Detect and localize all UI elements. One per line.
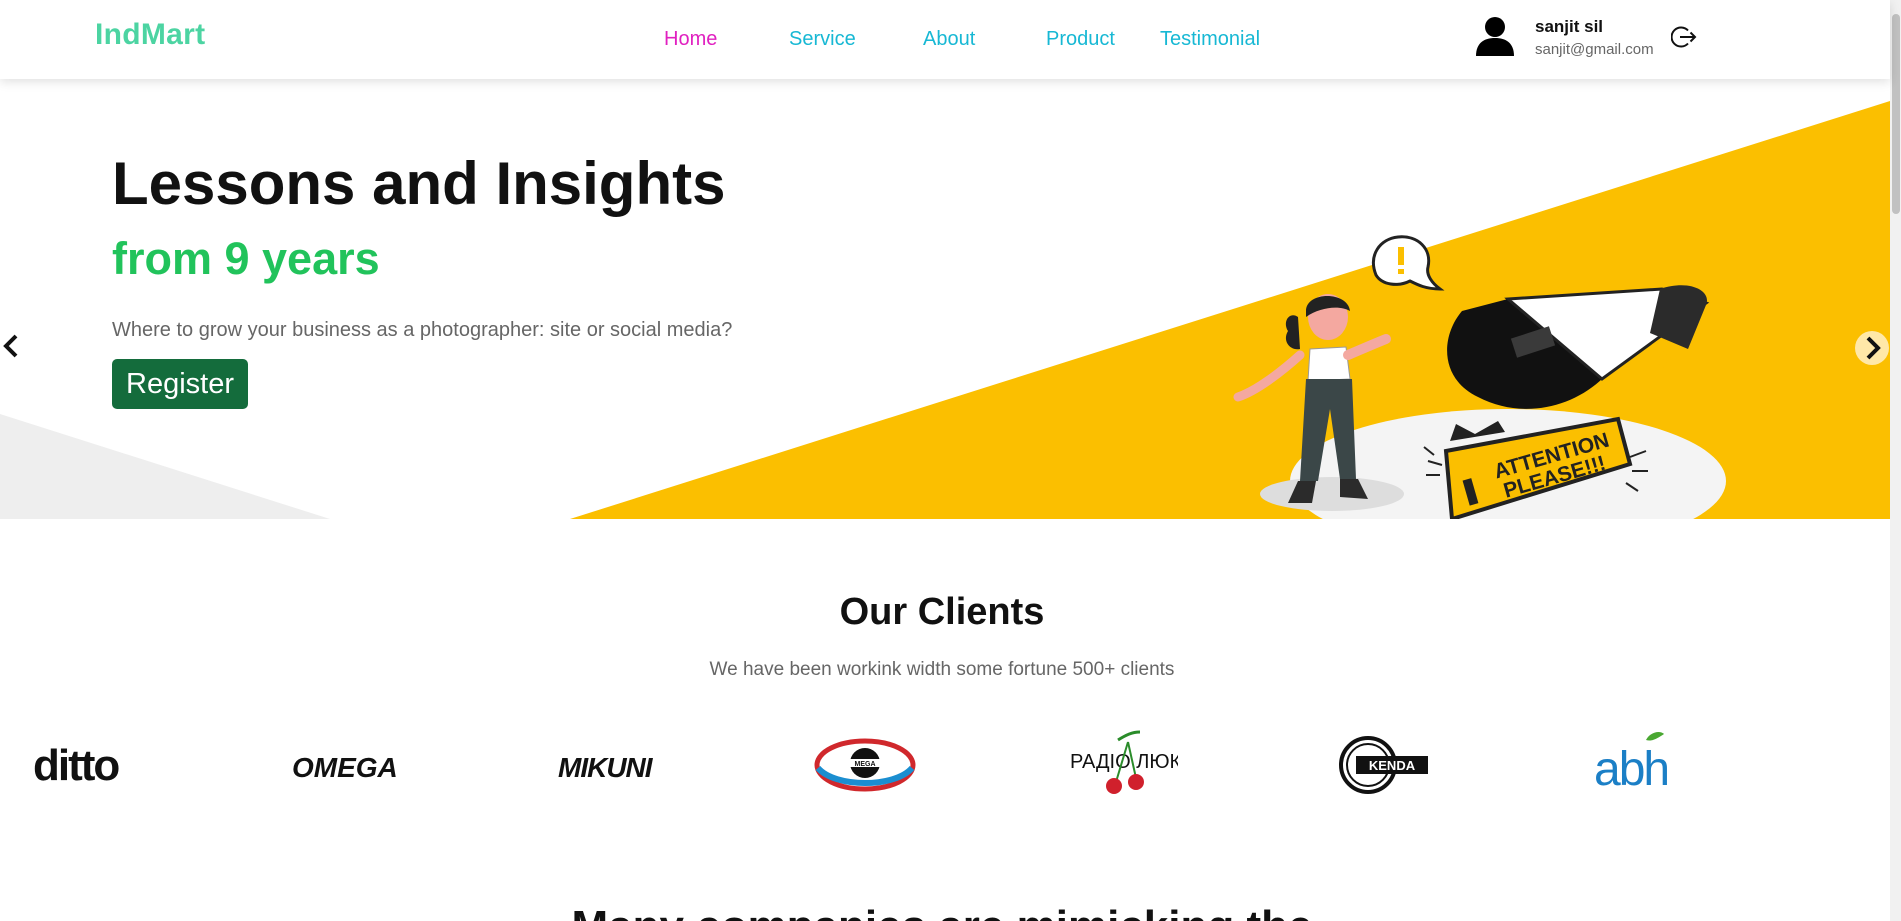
hero-illustration: ATTENTION PLEASE!!! [0,101,1890,519]
svg-text:OMEGA: OMEGA [292,752,398,783]
brand-logo[interactable]: IndMart [95,18,205,52]
nav-link-testimonial[interactable]: Testimonial [1160,28,1260,51]
hero-title: Lessons and Insights [112,150,726,217]
user-email: sanjit@gmail.com [1535,41,1654,58]
register-button[interactable]: Register [112,359,248,409]
client-logo-mikuni: MIKUNI [552,730,662,800]
nav-link-home[interactable]: Home [664,28,717,51]
section-heading: Many companies are mimicking the [0,902,1884,921]
client-logo-mega: MEGA [810,730,920,800]
client-logo-kenda: KENDA [1330,730,1440,800]
svg-text:abh: abh [1594,743,1668,796]
svg-text:MIKUNI: MIKUNI [558,752,654,783]
exclamation-bubble-icon [1372,235,1445,291]
chevron-left-icon[interactable] [0,329,30,363]
hero-subtitle: from 9 years [112,233,380,284]
client-logo-omega: OMEGA [290,730,400,800]
top-navbar: IndMart Home Service About Product Testi… [0,0,1890,79]
chevron-right-icon[interactable] [1855,331,1889,365]
svg-text:ditto: ditto [33,741,119,790]
user-icon [1476,17,1514,56]
client-logo-radiolux: РАДІО ЛЮКС [1068,730,1178,800]
hero-description: Where to grow your business as a photogr… [112,319,733,341]
user-name: sanjit sil [1535,17,1604,36]
nav-link-product[interactable]: Product [1046,28,1115,51]
svg-text:KENDA: KENDA [1369,758,1416,773]
clients-title: Our Clients [839,591,1045,633]
clients-description: We have been workink width some fortune … [709,659,1175,680]
scrollbar-thumb[interactable] [1892,14,1900,214]
client-logo-ditto: ditto [28,730,138,800]
nav-link-about[interactable]: About [923,28,975,51]
svg-text:MEGA: MEGA [855,761,876,768]
client-logo-abh: abh [1588,730,1698,800]
logout-icon[interactable] [1671,24,1697,50]
nav-link-service[interactable]: Service [789,28,856,51]
hero-carousel: ATTENTION PLEASE!!! Lessons and Insights… [0,79,1890,519]
